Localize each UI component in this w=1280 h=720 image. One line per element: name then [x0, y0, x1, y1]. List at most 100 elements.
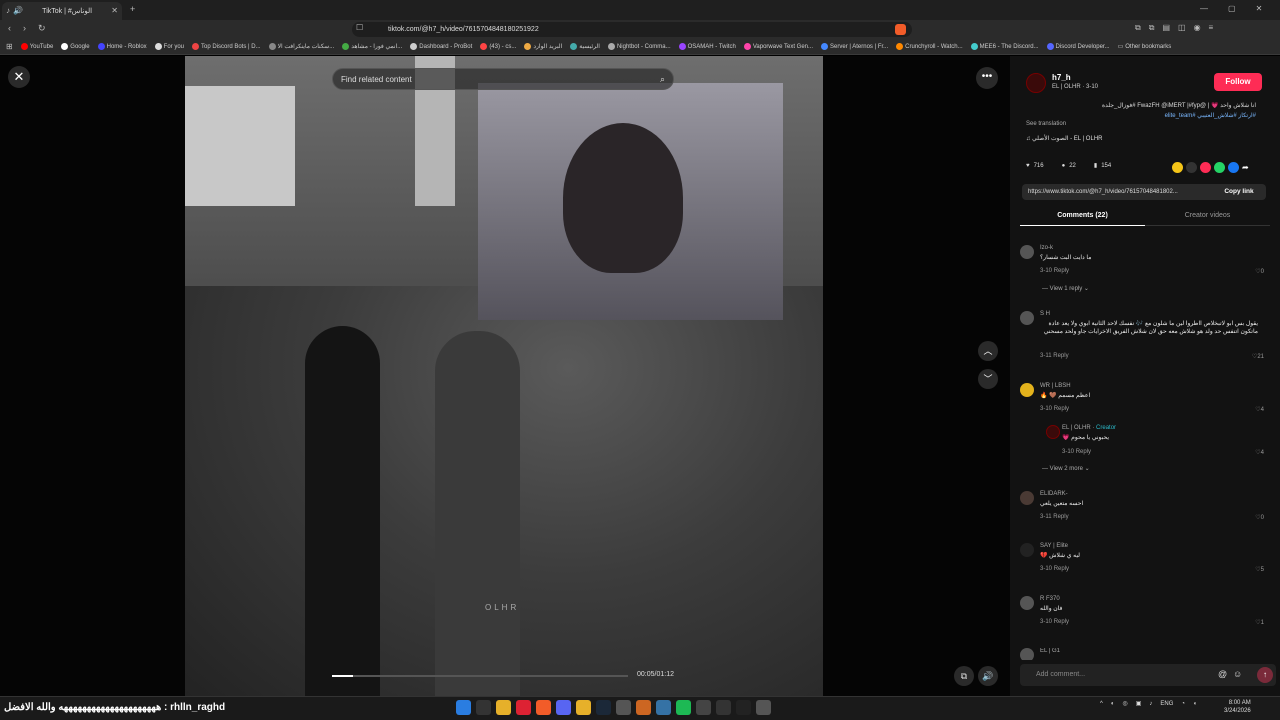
apps-grid-icon[interactable]: ⊞: [6, 42, 13, 51]
avatar[interactable]: [1020, 543, 1034, 557]
app-icon[interactable]: [736, 700, 751, 715]
close-viewer-button[interactable]: ✕: [8, 66, 30, 88]
reply-button[interactable]: Reply: [1054, 566, 1069, 572]
tab-comments[interactable]: Comments (22): [1020, 206, 1145, 226]
comment-author[interactable]: SAY | Elite: [1040, 543, 1068, 549]
save-button[interactable]: ▮ 154: [1094, 162, 1111, 170]
pip-button[interactable]: ⧉: [954, 666, 974, 686]
search-icon[interactable]: ⌕: [660, 74, 665, 85]
comment-author[interactable]: S H: [1040, 311, 1050, 317]
see-translation-link[interactable]: See translation: [1026, 121, 1066, 127]
close-tab-icon[interactable]: ✕: [111, 7, 118, 15]
comment-like[interactable]: ♡0: [1255, 268, 1264, 275]
search-icon[interactable]: [476, 700, 491, 715]
reply-button[interactable]: Reply: [1054, 268, 1069, 274]
avatar[interactable]: [1020, 383, 1034, 397]
bookmark-item[interactable]: YouTube: [20, 43, 53, 50]
bookmark-item[interactable]: Vaporwave Text Gen...: [743, 43, 813, 50]
start-icon[interactable]: [456, 700, 471, 715]
more-options-button[interactable]: •••: [976, 67, 998, 89]
avatar[interactable]: [1020, 311, 1034, 325]
maximize-icon[interactable]: ▢: [1228, 5, 1236, 13]
volume-icon[interactable]: ◖: [1193, 701, 1197, 707]
extension-icon[interactable]: ⧉: [1149, 24, 1155, 32]
spotify-icon[interactable]: [676, 700, 691, 715]
comment-button[interactable]: ● 22: [1062, 163, 1076, 169]
tray-icon[interactable]: ◐: [1111, 701, 1115, 707]
app-icon[interactable]: [716, 700, 731, 715]
bookmark-item[interactable]: الرئيسية: [570, 43, 600, 50]
file-explorer-icon[interactable]: [496, 700, 511, 715]
follow-button[interactable]: Follow: [1214, 73, 1262, 91]
bookmark-item[interactable]: Dashboard - ProBot: [410, 43, 472, 50]
address-bar[interactable]: tiktok.com/@h7_h/video/76157048481802519…: [352, 22, 912, 37]
close-window-icon[interactable]: ✕: [1256, 5, 1263, 13]
comment-like[interactable]: ♡5: [1255, 566, 1264, 573]
comment-like[interactable]: ♡4: [1255, 449, 1264, 456]
comment-like[interactable]: ♡4: [1255, 406, 1264, 413]
avatar[interactable]: [1020, 648, 1034, 660]
whatsapp-icon[interactable]: [1214, 162, 1225, 173]
comment-like[interactable]: ♡1: [1255, 619, 1264, 626]
comment-author[interactable]: ELIDARK-: [1040, 491, 1068, 497]
comment-author[interactable]: Izo-k: [1040, 245, 1053, 251]
avatar[interactable]: [1020, 491, 1034, 505]
avatar[interactable]: [1020, 245, 1034, 259]
creator-avatar[interactable]: [1026, 73, 1046, 93]
profile-icon[interactable]: ◉: [1194, 24, 1201, 32]
bookmark-folder[interactable]: ▭ Other bookmarks: [1118, 43, 1172, 51]
bookmark-item[interactable]: انمي فورا - مشاهد...: [342, 43, 402, 50]
bookmark-item[interactable]: (43) - cs...: [480, 43, 516, 50]
app-icon[interactable]: [616, 700, 631, 715]
headset-icon[interactable]: ◎: [1122, 700, 1127, 707]
embed-icon[interactable]: [1186, 162, 1197, 173]
copy-link-button[interactable]: Copy link: [1214, 186, 1264, 198]
app-icon[interactable]: [576, 700, 591, 715]
view-replies-button[interactable]: — View 1 reply ⌄: [1042, 285, 1089, 292]
brave-shield-icon[interactable]: [895, 24, 906, 35]
comment-author[interactable]: WR | LBSH: [1040, 383, 1071, 389]
comment-author[interactable]: EL | OLHR · Creator: [1062, 425, 1116, 431]
music-label[interactable]: ♫ الصوت الأصلي - EL | OLHR: [1026, 135, 1102, 142]
bookmark-item[interactable]: For you: [154, 43, 184, 50]
related-search-input[interactable]: Find related content ⌕: [332, 68, 674, 90]
reply-button[interactable]: Reply: [1054, 619, 1069, 625]
bookmark-item[interactable]: Nightbot - Comma...: [607, 43, 671, 50]
creator-username[interactable]: h7_h: [1052, 73, 1071, 82]
tab-creator-videos[interactable]: Creator videos: [1145, 206, 1270, 226]
bookmark-item[interactable]: البريد الوارد: [524, 43, 562, 50]
facebook-icon[interactable]: [1228, 162, 1239, 173]
bookmark-item[interactable]: Server | Aternos | Fr...: [821, 43, 888, 50]
reply-button[interactable]: Reply: [1076, 449, 1091, 455]
app-icon[interactable]: [636, 700, 651, 715]
discord-icon[interactable]: [556, 700, 571, 715]
sidebar-icon[interactable]: ▤: [1162, 24, 1170, 32]
vscode-icon[interactable]: [656, 700, 671, 715]
tray-icon[interactable]: ▣: [1136, 700, 1142, 707]
comment-like[interactable]: ♡21: [1252, 353, 1264, 360]
like-button[interactable]: ♥ 716: [1026, 163, 1044, 169]
comment-author[interactable]: R F370: [1040, 596, 1060, 602]
send-icon[interactable]: [1200, 162, 1211, 173]
previous-video-button[interactable]: ︿: [978, 341, 998, 361]
app-icon[interactable]: [516, 700, 531, 715]
repost-icon[interactable]: [1172, 162, 1183, 173]
app-icon[interactable]: [696, 700, 711, 715]
view-more-replies-button[interactable]: — View 2 more ⌄: [1042, 465, 1090, 472]
back-icon[interactable]: ‹: [8, 24, 11, 33]
share-icon[interactable]: ➦: [1242, 162, 1253, 173]
reply-button[interactable]: Reply: [1054, 406, 1069, 412]
bookmark-item[interactable]: OSAMAH - Twitch: [678, 43, 736, 50]
description-tags[interactable]: #ارتكاز #شلاش_العتيبي #elite_team: [1026, 111, 1256, 121]
new-tab-icon[interactable]: +: [130, 5, 135, 14]
bookmark-star-icon[interactable]: ☐: [356, 24, 363, 32]
bookmark-item[interactable]: Top Discord Bots | D...: [192, 43, 261, 50]
tray-chevron-icon[interactable]: ^: [1100, 701, 1103, 707]
video-progress-bar[interactable]: [332, 675, 628, 677]
volume-button[interactable]: 🔊: [978, 666, 998, 686]
bookmark-item[interactable]: MEE6 - The Discord...: [970, 43, 1039, 50]
reply-button[interactable]: Reply: [1053, 353, 1068, 359]
menu-icon[interactable]: ≡: [1209, 24, 1214, 32]
avatar[interactable]: [1020, 596, 1034, 610]
forward-icon[interactable]: ›: [23, 24, 26, 33]
